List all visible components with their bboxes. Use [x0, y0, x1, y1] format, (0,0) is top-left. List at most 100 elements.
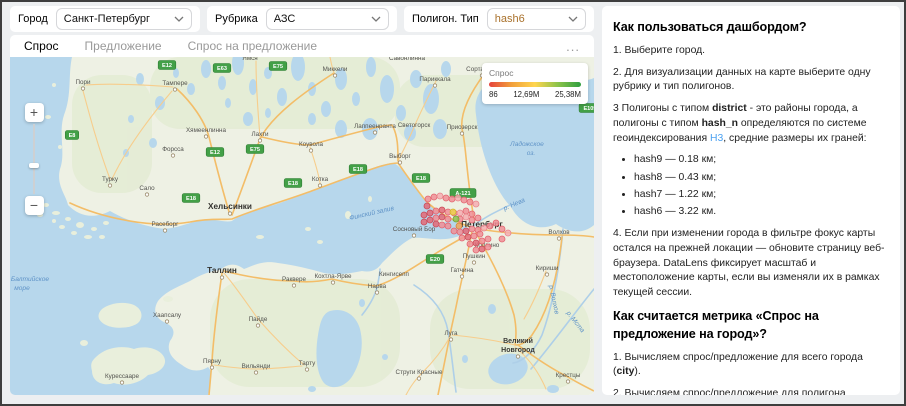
heat-dot[interactable]: [433, 208, 439, 214]
heat-dot[interactable]: [439, 222, 445, 228]
heat-dot[interactable]: [425, 196, 431, 202]
heat-dot[interactable]: [451, 228, 457, 234]
heat-dot[interactable]: [505, 230, 511, 236]
city-marker: [204, 135, 207, 138]
city-label: Сало: [139, 185, 155, 192]
heat-dot[interactable]: [433, 221, 439, 227]
filter-city-label: Город: [18, 13, 48, 25]
heat-dot[interactable]: [427, 210, 433, 216]
map[interactable]: Е12Е63Е75Е12Е75Е8Е18Е18Е18Е18А-121Е20Е10…: [10, 57, 594, 395]
city-marker: [145, 193, 148, 196]
heat-dot[interactable]: [443, 195, 449, 201]
heat-dot[interactable]: [479, 246, 485, 252]
help-list-item: hash8 — 0.43 км;: [634, 171, 889, 186]
heat-dot[interactable]: [493, 220, 499, 226]
h3-link[interactable]: H3: [710, 133, 723, 144]
city-label: Хаапсалу: [153, 312, 182, 319]
heat-dot[interactable]: [473, 240, 479, 246]
city-marker: [545, 273, 548, 276]
tabs-more-icon[interactable]: ...: [566, 39, 580, 54]
heat-dot[interactable]: [469, 217, 475, 223]
heat-dot[interactable]: [445, 223, 451, 229]
heat-dot[interactable]: [463, 228, 469, 234]
city-label: Тарту: [299, 360, 316, 367]
city-label: Великий: [503, 337, 533, 345]
road-badge-label: Е8: [69, 133, 76, 139]
heat-dot[interactable]: [455, 195, 461, 201]
heat-dot[interactable]: [471, 233, 477, 239]
heat-dot[interactable]: [481, 225, 487, 231]
tab-спрос-на-предложение[interactable]: Спрос на предложение: [188, 39, 317, 53]
heat-dot[interactable]: [445, 216, 451, 222]
city-marker: [228, 212, 231, 215]
legend-title: Спрос: [489, 68, 581, 78]
heat-dot[interactable]: [461, 197, 467, 203]
heat-dot[interactable]: [499, 226, 505, 232]
heat-dot[interactable]: [433, 215, 439, 221]
heat-dot[interactable]: [421, 212, 427, 218]
heat-dot[interactable]: [465, 234, 471, 240]
heat-dot[interactable]: [450, 209, 456, 215]
map-card: Спрос Предложение Спрос на предложение...: [10, 35, 594, 395]
city-marker: [81, 87, 84, 90]
heat-dot[interactable]: [437, 193, 443, 199]
heat-dot[interactable]: [485, 236, 491, 242]
city-marker: [254, 371, 257, 374]
zoom-slider-handle[interactable]: [29, 163, 39, 168]
heat-dot[interactable]: [485, 244, 491, 250]
heat-dot[interactable]: [431, 194, 437, 200]
heat-dot[interactable]: [453, 216, 459, 222]
heat-dot[interactable]: [467, 241, 473, 247]
city-marker: [120, 381, 123, 384]
heat-dot[interactable]: [473, 201, 479, 207]
heat-dot[interactable]: [469, 226, 475, 232]
city-label: Струги Красные: [396, 369, 443, 376]
heat-dot[interactable]: [467, 199, 473, 205]
heat-dot[interactable]: [463, 214, 469, 220]
city-label: Сосновый Бор: [393, 225, 436, 233]
chevron-down-icon: [371, 16, 381, 22]
help-content: Как пользоваться дашбордом?1. Выберите г…: [613, 19, 889, 395]
heat-dot[interactable]: [457, 229, 463, 235]
heat-dot[interactable]: [475, 215, 481, 221]
heat-dot[interactable]: [421, 219, 427, 225]
heat-dot[interactable]: [469, 211, 475, 217]
city-marker: [173, 88, 176, 91]
filter-city-select[interactable]: Санкт-Петербург: [56, 8, 192, 30]
city-marker: [566, 380, 569, 383]
heat-dot[interactable]: [479, 238, 485, 244]
tab-предложение[interactable]: Предложение: [85, 39, 162, 53]
heat-dot[interactable]: [473, 247, 479, 253]
heat-dot[interactable]: [487, 223, 493, 229]
city-marker: [171, 154, 174, 157]
map-canvas: Е12Е63Е75Е12Е75Е8Е18Е18Е18Е18А-121Е20Е10…: [10, 57, 594, 395]
zoom-slider[interactable]: [33, 124, 35, 194]
help-paragraph: 2. Вычисляем спрос/предложение для полиг…: [613, 387, 889, 395]
filter-rubric-label: Рубрика: [215, 13, 258, 25]
heat-dot[interactable]: [439, 214, 445, 220]
filter-city: Город Санкт-Петербург: [10, 6, 200, 32]
city-label: Нарва: [368, 283, 387, 290]
road-badge-label: Е63: [217, 66, 227, 72]
heat-dot[interactable]: [463, 208, 469, 214]
tab-спрос[interactable]: Спрос: [24, 39, 59, 53]
heat-dot[interactable]: [477, 231, 483, 237]
heat-dot[interactable]: [424, 203, 430, 209]
heat-dot[interactable]: [427, 217, 433, 223]
heat-dot[interactable]: [456, 223, 462, 229]
zoom-out-button[interactable]: −: [25, 196, 44, 215]
heat-dot[interactable]: [499, 236, 505, 242]
road-badge-label: Е18: [416, 176, 426, 182]
filter-polygon-type-select[interactable]: hash6: [487, 8, 586, 30]
heat-dot[interactable]: [439, 207, 445, 213]
heat-dot[interactable]: [457, 210, 463, 216]
tab-bar: Спрос Предложение Спрос на предложение...: [10, 35, 594, 57]
heat-dot[interactable]: [449, 196, 455, 202]
help-heading: Как пользоваться дашбордом?: [613, 19, 889, 37]
city-marker: [398, 161, 401, 164]
heat-dot[interactable]: [459, 235, 465, 241]
filter-rubric-select[interactable]: АЗС: [266, 8, 389, 30]
help-paragraph: 2. Для визуализации данных на карте выбе…: [613, 66, 889, 96]
help-list-item: hash9 — 0.18 км;: [634, 153, 889, 168]
zoom-in-button[interactable]: +: [25, 103, 44, 122]
